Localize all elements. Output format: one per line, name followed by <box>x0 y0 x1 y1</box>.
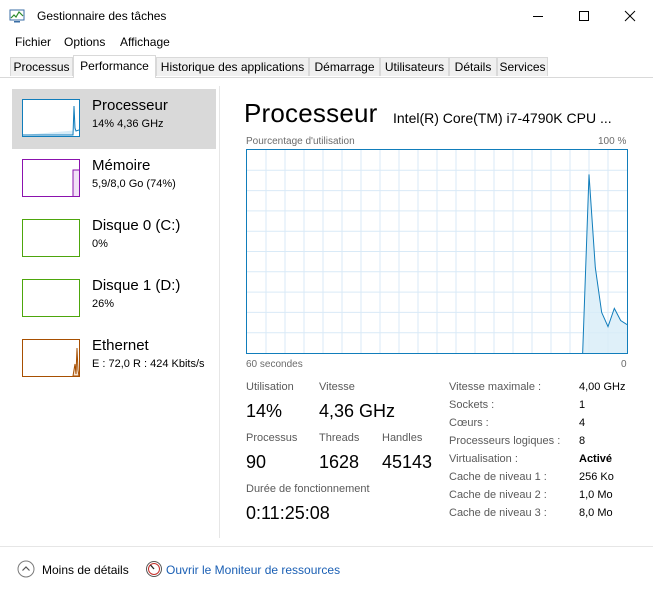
resource-memoire[interactable]: Mémoire 5,9/8,0 Go (74%) <box>12 149 216 209</box>
disk1-thumbnail <box>22 279 80 317</box>
resource-disque-1[interactable]: Disque 1 (D:) 26% <box>12 269 216 329</box>
axis-label-time: 60 secondes <box>246 359 303 370</box>
tab-historique[interactable]: Historique des applications <box>156 57 309 76</box>
spec-label-logical: Processeurs logiques : <box>449 435 561 447</box>
spec-value-max-speed: 4,00 GHz <box>579 381 626 393</box>
title-bar: Gestionnaire des tâches <box>0 0 653 32</box>
menu-fichier[interactable]: Fichier <box>15 35 51 49</box>
tab-performance[interactable]: Performance <box>73 55 156 78</box>
resource-list: Processeur 14% 4,36 GHz Mémoire 5,9/8,0 … <box>0 78 218 538</box>
footer-bar: Moins de détails Ouvrir le Moniteur de r… <box>0 546 653 593</box>
resource-processeur[interactable]: Processeur 14% 4,36 GHz <box>12 89 216 149</box>
less-details-button[interactable]: Moins de détails <box>42 563 129 577</box>
ethernet-thumbnail <box>22 339 80 377</box>
window-title: Gestionnaire des tâches <box>37 9 167 23</box>
page-title: Processeur <box>244 98 378 128</box>
spec-label-l3: Cache de niveau 3 : <box>449 507 547 519</box>
tab-processus[interactable]: Processus <box>10 57 73 76</box>
resource-ethernet[interactable]: Ethernet E : 72,0 R : 424 Kbits/s <box>12 329 216 389</box>
spec-value-virtualization: Activé <box>579 453 613 465</box>
menu-bar: Fichier Options Affichage <box>0 32 653 52</box>
cpu-model: Intel(R) Core(TM) i7-4790K CPU ... <box>393 110 612 126</box>
tab-demarrage[interactable]: Démarrage <box>309 57 380 76</box>
minimize-button[interactable] <box>515 0 561 32</box>
cpu-usage-area <box>582 174 627 353</box>
resource-monitor-icon <box>145 560 163 581</box>
resource-detail: 26% <box>92 298 115 310</box>
processus-label: Processus <box>246 432 298 444</box>
resource-name: Processeur <box>92 97 168 114</box>
resource-name: Disque 1 (D:) <box>92 277 181 294</box>
uptime-value: 0:11:25:08 <box>246 503 330 523</box>
handles-value: 45143 <box>382 452 433 472</box>
threads-value: 1628 <box>319 452 360 472</box>
axis-label-zero: 0 <box>621 359 627 370</box>
spec-label-virtualization: Virtualisation : <box>449 453 518 465</box>
spec-value-logical: 8 <box>579 435 586 447</box>
vitesse-value: 4,36 GHz <box>319 401 396 421</box>
panel-divider <box>219 86 220 538</box>
cpu-thumbnail <box>22 99 80 137</box>
tab-bar: Processus Performance Historique des app… <box>0 55 653 78</box>
spec-value-l3: 8,0 Mo <box>579 507 613 519</box>
chevron-up-icon[interactable] <box>17 560 35 581</box>
spec-value-l1: 256 Ko <box>579 471 614 483</box>
close-button[interactable] <box>607 0 653 32</box>
open-resource-monitor-link[interactable]: Ouvrir le Moniteur de ressources <box>166 563 340 577</box>
maximize-button[interactable] <box>561 0 607 32</box>
cpu-usage-graph <box>246 149 628 354</box>
disk0-thumbnail <box>22 219 80 257</box>
maximize-icon <box>579 11 589 21</box>
spec-label-l2: Cache de niveau 2 : <box>449 489 547 501</box>
tab-details[interactable]: Détails <box>449 57 497 76</box>
resource-detail: E : 72,0 R : 424 Kbits/s <box>92 358 205 370</box>
spec-value-l2: 1,0 Mo <box>579 489 613 501</box>
spec-value-sockets: 1 <box>579 399 586 411</box>
resource-detail: 5,9/8,0 Go (74%) <box>92 178 176 190</box>
processus-value: 90 <box>246 452 267 472</box>
resource-name: Ethernet <box>92 337 149 354</box>
graph-label-max: 100 % <box>598 136 627 147</box>
tab-services[interactable]: Services <box>497 57 548 76</box>
close-icon <box>624 10 636 22</box>
spec-label-l1: Cache de niveau 1 : <box>449 471 547 483</box>
graph-label-usage: Pourcentage d'utilisation <box>246 136 355 147</box>
threads-label: Threads <box>319 432 360 444</box>
vitesse-label: Vitesse <box>319 381 355 393</box>
memory-thumbnail <box>22 159 80 197</box>
spec-label-cores: Cœurs : <box>449 417 489 429</box>
resource-name: Disque 0 (C:) <box>92 217 181 234</box>
spec-label-sockets: Sockets : <box>449 399 495 411</box>
spec-label-max-speed: Vitesse maximale : <box>449 381 542 393</box>
resource-name: Mémoire <box>92 157 151 174</box>
resource-detail: 0% <box>92 238 108 250</box>
tab-utilisateurs[interactable]: Utilisateurs <box>380 57 449 76</box>
utilisation-value: 14% <box>246 401 283 421</box>
handles-label: Handles <box>382 432 423 444</box>
menu-options[interactable]: Options <box>64 35 105 49</box>
uptime-label: Durée de fonctionnement <box>246 483 370 495</box>
utilisation-label: Utilisation <box>246 381 294 393</box>
spec-value-cores: 4 <box>579 417 586 429</box>
cpu-graph-svg <box>247 150 627 353</box>
resource-disque-0[interactable]: Disque 0 (C:) 0% <box>12 209 216 269</box>
minimize-icon <box>533 16 543 17</box>
task-manager-icon <box>9 8 25 24</box>
resource-detail: 14% 4,36 GHz <box>92 118 164 130</box>
menu-affichage[interactable]: Affichage <box>120 35 170 49</box>
